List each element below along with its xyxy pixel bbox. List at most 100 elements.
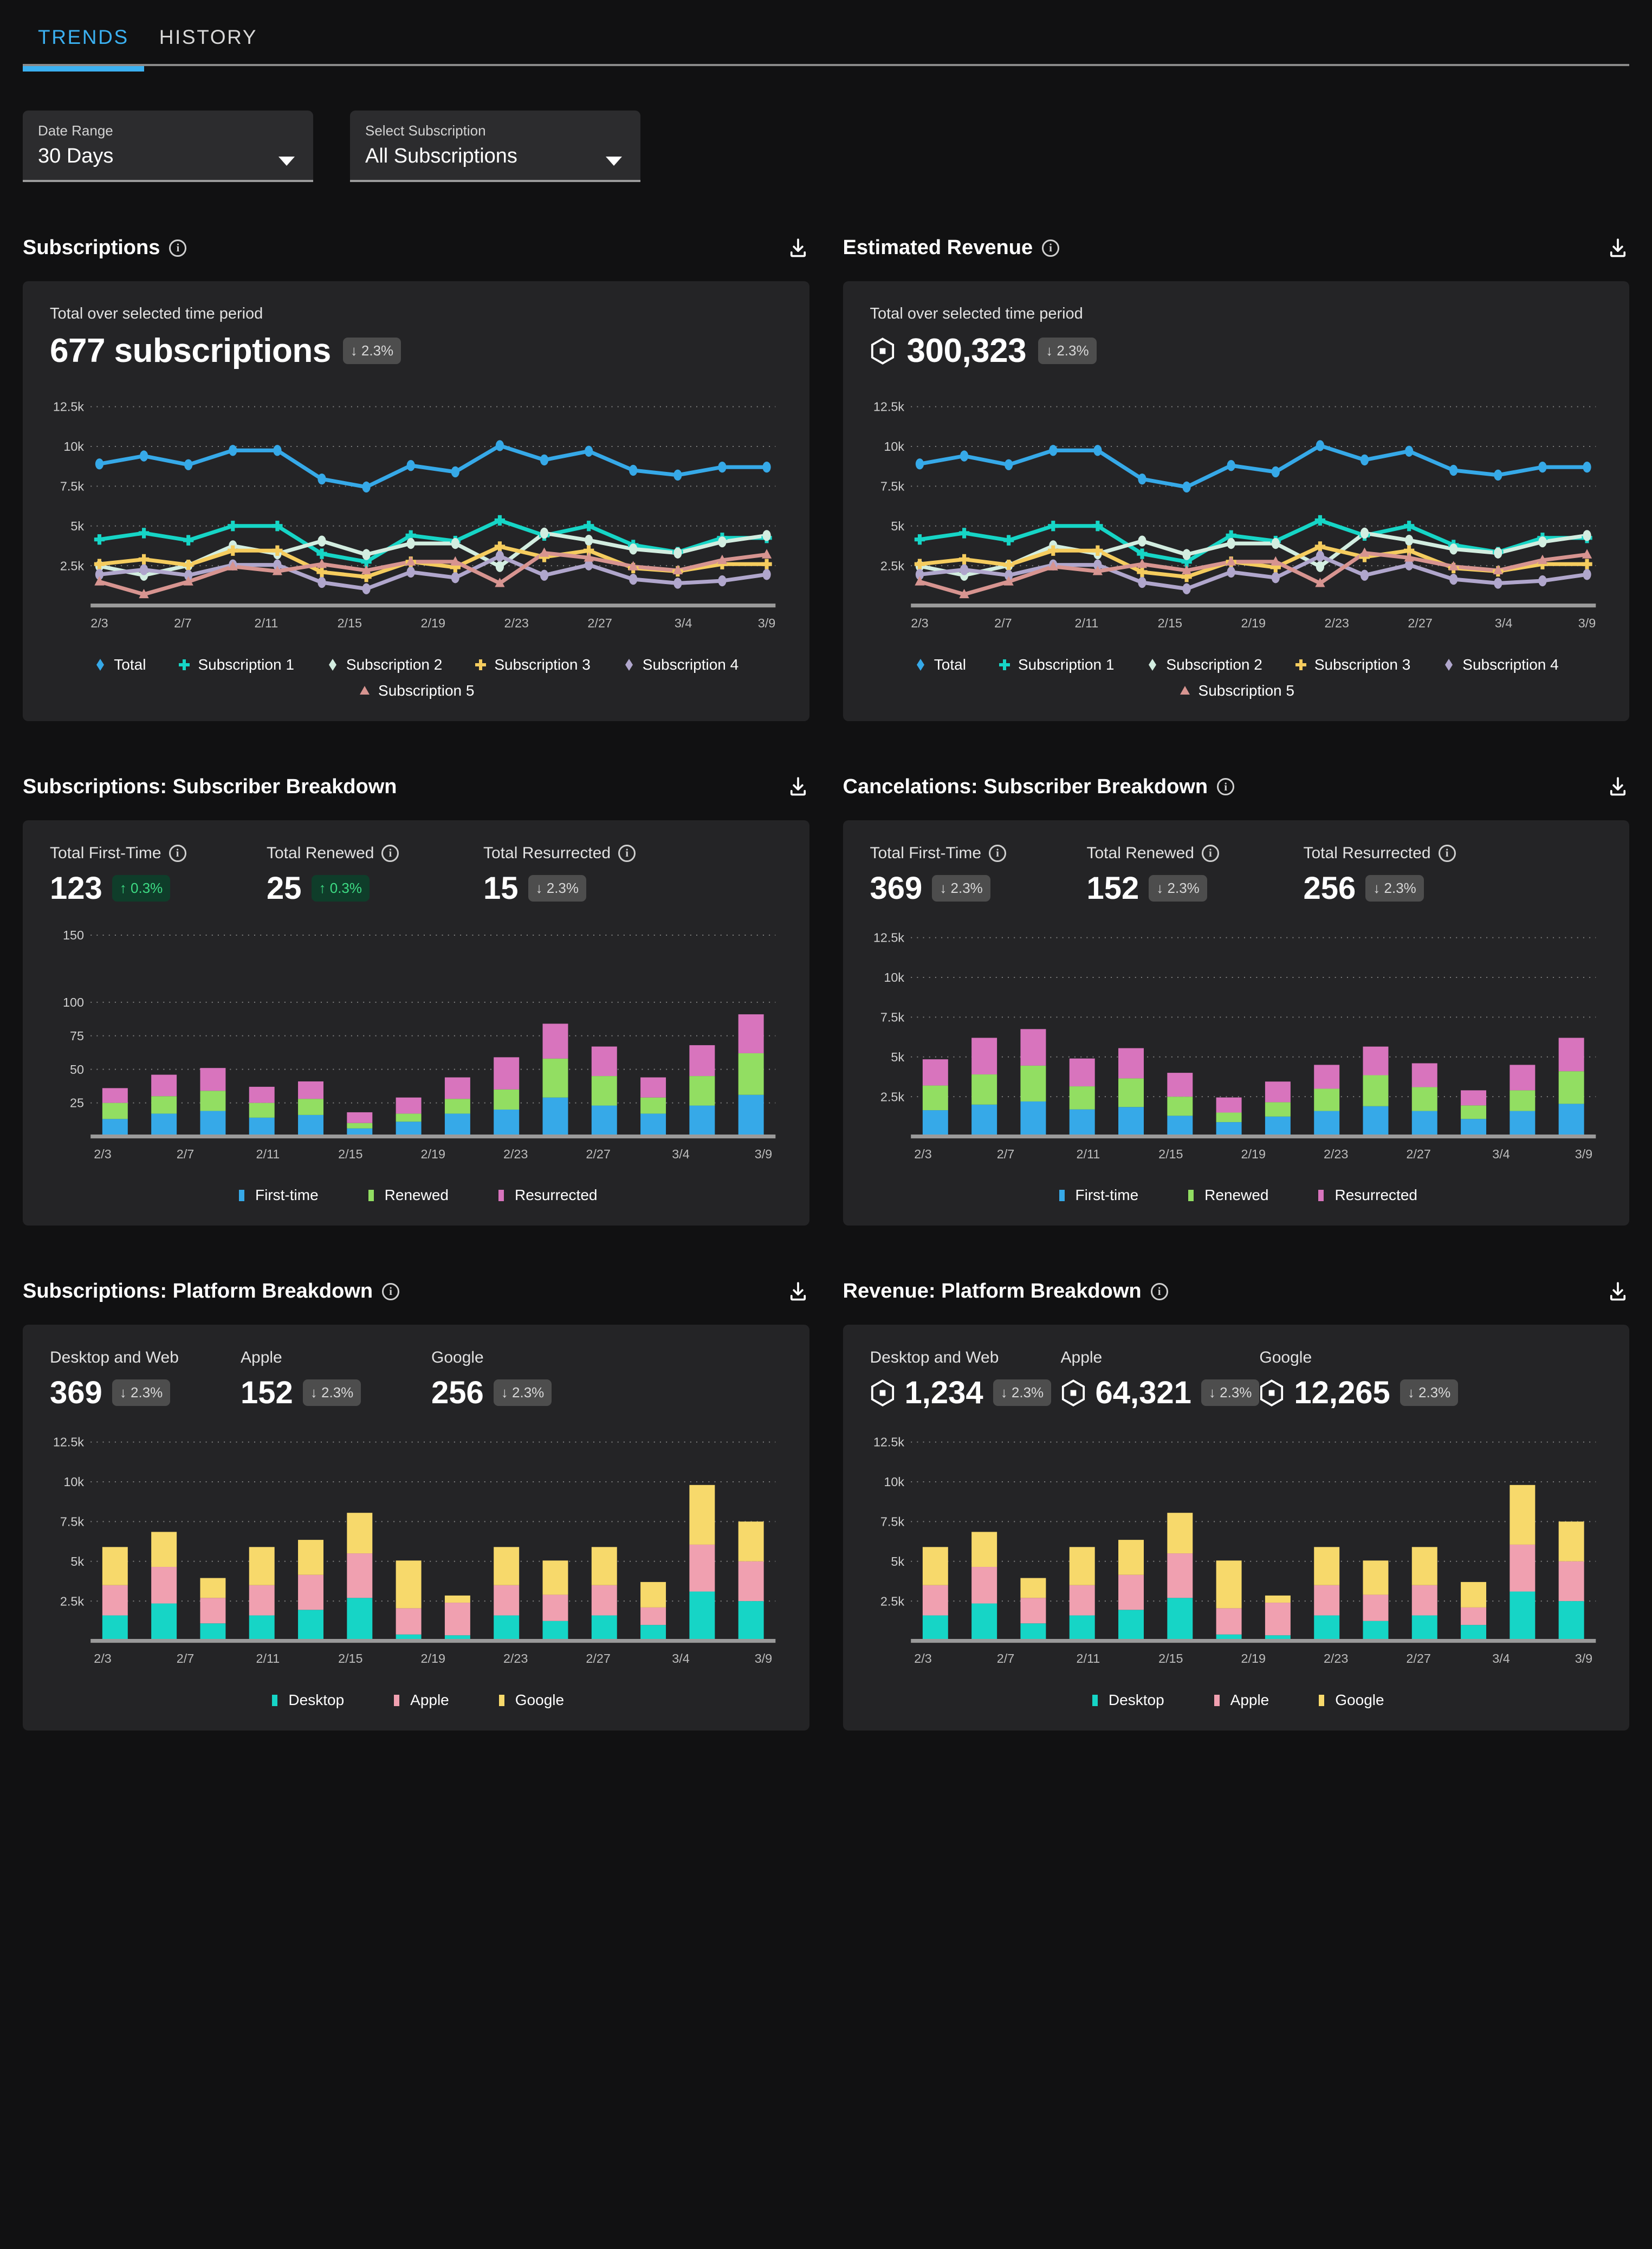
legend-item[interactable]: Subscription 1 [997, 656, 1114, 673]
panel-subs-platform-body: Desktop and Web 369↓ 2.3% Apple 152↓ 2.3% Go… [23, 1325, 809, 1731]
legend-item[interactable]: Apple [390, 1691, 449, 1709]
download-icon[interactable] [787, 775, 809, 798]
legend-item-label: Subscription 5 [378, 682, 474, 699]
legend-item[interactable]: Resurrected [1314, 1187, 1417, 1204]
legend-item-label: Subscription 2 [346, 656, 442, 673]
legend-item[interactable]: Renewed [364, 1187, 449, 1204]
svg-text:10k: 10k [884, 439, 904, 453]
stat-label-text: Total First-Time [870, 844, 982, 863]
svg-text:7.5k: 7.5k [60, 1515, 84, 1529]
legend-item[interactable]: Subscription 5 [1178, 682, 1294, 699]
panel-subs-subscriber-breakdown-body: Total First-Timei123↑ 0.3%Total Renewedi… [23, 820, 809, 1226]
legend-item[interactable]: Subscription 5 [358, 682, 474, 699]
info-icon[interactable]: i [382, 1283, 399, 1300]
download-icon[interactable] [787, 1280, 809, 1303]
stat-value-row: 369↓ 2.3% [50, 1375, 241, 1411]
status-badge: ↓ 2.3% [112, 1379, 171, 1406]
legend-item[interactable]: Desktop [268, 1691, 344, 1709]
panel-subscriptions: Subscriptions i Total over selected time… [23, 236, 809, 721]
legend-item[interactable]: First-time [235, 1187, 319, 1204]
stat-value: 123 [50, 870, 102, 906]
download-icon[interactable] [1606, 237, 1629, 260]
svg-text:2/7: 2/7 [996, 1651, 1014, 1665]
legend-item[interactable]: Total [93, 656, 146, 673]
legend-item[interactable]: Google [1314, 1691, 1384, 1709]
svg-text:2/19: 2/19 [1241, 616, 1265, 630]
legend-subscriptions-lines: Total Subscription 1 Subscription 2 Subscri… [50, 656, 782, 703]
legend-item-label: Resurrected [515, 1187, 598, 1204]
stat-value-row: 1,234↓ 2.3% [870, 1375, 1061, 1411]
info-icon[interactable]: i [618, 845, 636, 862]
stat-label: Total Renewedi [267, 844, 483, 863]
svg-text:2/11: 2/11 [254, 616, 278, 630]
legend-swatch-icon [495, 1693, 509, 1707]
legend-item[interactable]: First-time [1055, 1187, 1139, 1204]
legend-item[interactable]: Subscription 4 [1442, 656, 1558, 673]
chart-subscriptions-lines[interactable]: 2.5k5k7.5k10k12.5k2/32/72/112/152/192/23… [50, 383, 782, 642]
page-title-estimated-revenue: Estimated Revenue [843, 236, 1033, 260]
date-range-select[interactable]: Date Range 30 Days [23, 111, 313, 182]
subscription-select[interactable]: Select Subscription All Subscriptions [350, 111, 640, 182]
stat-value-row: 152↓ 2.3% [241, 1375, 431, 1411]
legend-item[interactable]: Subscription 4 [622, 656, 738, 673]
download-icon[interactable] [787, 237, 809, 260]
chart-cancelations-subscriber-bars[interactable]: 2.5k5k7.5k10k12.5k2/32/72/112/152/192/23… [870, 914, 1603, 1173]
kpi-row: 677 subscriptions ↓ 2.3% [50, 332, 782, 370]
svg-text:2/11: 2/11 [1076, 1651, 1100, 1665]
chart-subs-subscriber-bars[interactable]: 2550751001502/32/72/112/152/192/232/273/… [50, 914, 782, 1173]
svg-text:5k: 5k [891, 1554, 904, 1569]
stat-value-row: 256↓ 2.3% [431, 1375, 622, 1411]
stat-label-text: Desktop and Web [50, 1349, 179, 1367]
stat-value-row: 15↓ 2.3% [483, 870, 700, 906]
legend-swatch-icon [914, 658, 928, 672]
legend-item[interactable]: Desktop [1088, 1691, 1164, 1709]
chart-subs-platform-bars[interactable]: 2.5k5k7.5k10k12.5k2/32/72/112/152/192/23… [50, 1418, 782, 1677]
legend-item[interactable]: Total [914, 656, 966, 673]
tab-history[interactable]: HISTORY [144, 0, 273, 70]
chart-revenue-lines[interactable]: 2.5k5k7.5k10k12.5k2/32/72/112/152/192/23… [870, 383, 1603, 642]
panel-subs-platform-breakdown: Subscriptions: Platform Breakdown i Desk… [23, 1280, 809, 1731]
legend-item[interactable]: Google [495, 1691, 564, 1709]
legend-item[interactable]: Resurrected [494, 1187, 598, 1204]
info-icon[interactable]: i [989, 845, 1006, 862]
info-icon[interactable]: i [1151, 1283, 1168, 1300]
svg-text:2/3: 2/3 [914, 1147, 931, 1161]
legend-swatch-icon [177, 658, 191, 672]
kpi-caption: Total over selected time period [870, 305, 1603, 323]
info-icon[interactable]: i [1439, 845, 1456, 862]
legend-item[interactable]: Subscription 3 [474, 656, 590, 673]
legend-item[interactable]: Apple [1210, 1691, 1269, 1709]
chart-revenue-platform-bars[interactable]: 2.5k5k7.5k10k12.5k2/32/72/112/152/192/23… [870, 1418, 1603, 1677]
panel-estimated-revenue-title-group: Estimated Revenue i [843, 236, 1060, 260]
legend-item[interactable]: Renewed [1184, 1187, 1268, 1204]
info-icon[interactable]: i [169, 239, 186, 257]
info-icon[interactable]: i [1202, 845, 1219, 862]
kpi-row: 300,323 ↓ 2.3% [870, 332, 1603, 370]
tab-trends[interactable]: TRENDS [23, 0, 144, 70]
download-icon[interactable] [1606, 775, 1629, 798]
svg-text:2/11: 2/11 [256, 1147, 280, 1161]
svg-text:10k: 10k [884, 970, 904, 984]
info-icon[interactable]: i [1042, 239, 1059, 257]
row-platform-breakdown: Subscriptions: Platform Breakdown i Desk… [0, 1280, 1652, 1731]
svg-text:2/15: 2/15 [338, 1147, 362, 1161]
filter-bar: Date Range 30 Days Select Subscription A… [0, 72, 1652, 182]
info-icon[interactable]: i [1217, 778, 1234, 795]
legend-swatch-icon [364, 1188, 378, 1202]
legend-item-label: Renewed [385, 1187, 449, 1204]
panel-subs-subscriber-breakdown-header: Subscriptions: Subscriber Breakdown [23, 775, 809, 799]
stat-2: Google12,265↓ 2.3% [1259, 1349, 1458, 1411]
info-icon[interactable]: i [381, 845, 399, 862]
legend-swatch-icon [1055, 1188, 1069, 1202]
legend-item[interactable]: Subscription 2 [326, 656, 442, 673]
status-badge: ↓ 2.3% [993, 1379, 1052, 1406]
svg-text:7.5k: 7.5k [880, 1515, 904, 1529]
info-icon[interactable]: i [169, 845, 186, 862]
legend-item[interactable]: Subscription 2 [1145, 656, 1262, 673]
legend-swatch-icon [1088, 1693, 1102, 1707]
stat-1: Total Renewedi152↓ 2.3% [1087, 844, 1304, 906]
legend-swatch-icon [358, 684, 372, 698]
download-icon[interactable] [1606, 1280, 1629, 1303]
legend-item[interactable]: Subscription 1 [177, 656, 294, 673]
legend-item[interactable]: Subscription 3 [1294, 656, 1410, 673]
